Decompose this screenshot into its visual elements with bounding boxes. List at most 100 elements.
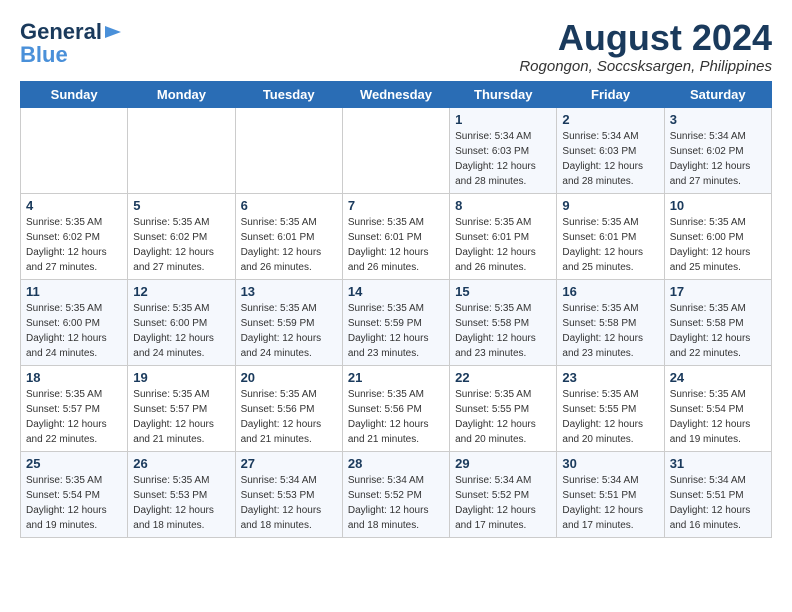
- table-row: 15Sunrise: 5:35 AM Sunset: 5:58 PM Dayli…: [450, 279, 557, 365]
- day-number: 14: [348, 284, 444, 299]
- day-info: Sunrise: 5:35 AM Sunset: 6:01 PM Dayligh…: [241, 215, 337, 275]
- day-number: 25: [26, 456, 122, 471]
- day-number: 4: [26, 198, 122, 213]
- day-number: 9: [562, 198, 658, 213]
- table-row: 17Sunrise: 5:35 AM Sunset: 5:58 PM Dayli…: [664, 279, 771, 365]
- table-row: 22 Sunrise: 5:35 AM Sunset: 5:55 PM Dayli…: [450, 365, 557, 451]
- day-number: 20: [241, 370, 337, 385]
- day-info: Sunrise: 5:35 AM Sunset: 6:02 PM Dayligh…: [133, 215, 229, 275]
- calendar-week-row: 18Sunrise: 5:35 AM Sunset: 5:57 PM Dayli…: [21, 365, 772, 451]
- day-number: 12: [133, 284, 229, 299]
- logo: General Blue: [20, 18, 125, 67]
- day-info: Sunrise: 5:35 AM Sunset: 6:00 PM Dayligh…: [670, 215, 766, 275]
- table-row: 7 Sunrise: 5:35 AM Sunset: 6:01 PM Daylig…: [342, 193, 449, 279]
- day-info: Sunrise: 5:34 AM Sunset: 6:03 PM Dayligh…: [562, 129, 658, 189]
- day-info: Sunrise: 5:35 AM Sunset: 5:54 PM Dayligh…: [670, 387, 766, 447]
- day-number: 2: [562, 112, 658, 127]
- day-info: Sunrise: 5:35 AM Sunset: 6:01 PM Dayligh…: [562, 215, 658, 275]
- day-number: 29: [455, 456, 551, 471]
- month-year-title: August 2024: [519, 18, 772, 58]
- day-number: 18: [26, 370, 122, 385]
- table-row: 5 Sunrise: 5:35 AM Sunset: 6:02 PM Daylig…: [128, 193, 235, 279]
- day-info: Sunrise: 5:35 AM Sunset: 6:02 PM Dayligh…: [26, 215, 122, 275]
- table-row: 30Sunrise: 5:34 AM Sunset: 5:51 PM Dayli…: [557, 451, 664, 537]
- day-info: Sunrise: 5:35 AM Sunset: 5:58 PM Dayligh…: [562, 301, 658, 361]
- day-info: Sunrise: 5:35 AM Sunset: 5:58 PM Dayligh…: [455, 301, 551, 361]
- col-friday: Friday: [557, 81, 664, 107]
- day-info: Sunrise: 5:35 AM Sunset: 5:55 PM Dayligh…: [562, 387, 658, 447]
- day-number: 27: [241, 456, 337, 471]
- col-sunday: Sunday: [21, 81, 128, 107]
- table-row: 14 Sunrise: 5:35 AM Sunset: 5:59 PM Dayli…: [342, 279, 449, 365]
- day-number: 24: [670, 370, 766, 385]
- table-row: 20 Sunrise: 5:35 AM Sunset: 5:56 PM Dayli…: [235, 365, 342, 451]
- day-number: 28: [348, 456, 444, 471]
- table-row: [235, 107, 342, 193]
- day-number: 19: [133, 370, 229, 385]
- calendar-week-row: 11 Sunrise: 5:35 AM Sunset: 6:00 PM Dayli…: [21, 279, 772, 365]
- calendar-table: Sunday Monday Tuesday Wednesday Thursday…: [20, 81, 772, 538]
- calendar-week-row: 25 Sunrise: 5:35 AM Sunset: 5:54 PM Dayli…: [21, 451, 772, 537]
- table-row: 18Sunrise: 5:35 AM Sunset: 5:57 PM Dayli…: [21, 365, 128, 451]
- col-monday: Monday: [128, 81, 235, 107]
- day-number: 31: [670, 456, 766, 471]
- table-row: 11 Sunrise: 5:35 AM Sunset: 6:00 PM Dayli…: [21, 279, 128, 365]
- table-row: 3 Sunrise: 5:34 AM Sunset: 6:02 PM Daylig…: [664, 107, 771, 193]
- day-number: 1: [455, 112, 551, 127]
- col-saturday: Saturday: [664, 81, 771, 107]
- calendar-week-row: 1 Sunrise: 5:34 AM Sunset: 6:03 PM Daylig…: [21, 107, 772, 193]
- table-row: 26 Sunrise: 5:35 AM Sunset: 5:53 PM Dayli…: [128, 451, 235, 537]
- day-info: Sunrise: 5:34 AM Sunset: 5:51 PM Dayligh…: [670, 473, 766, 533]
- day-number: 3: [670, 112, 766, 127]
- day-info: Sunrise: 5:35 AM Sunset: 5:56 PM Dayligh…: [241, 387, 337, 447]
- day-info: Sunrise: 5:35 AM Sunset: 5:59 PM Dayligh…: [348, 301, 444, 361]
- table-row: [342, 107, 449, 193]
- logo-text-general: General: [20, 20, 102, 44]
- day-info: Sunrise: 5:35 AM Sunset: 5:53 PM Dayligh…: [133, 473, 229, 533]
- table-row: 29Sunrise: 5:34 AM Sunset: 5:52 PM Dayli…: [450, 451, 557, 537]
- day-info: Sunrise: 5:35 AM Sunset: 6:01 PM Dayligh…: [348, 215, 444, 275]
- day-info: Sunrise: 5:34 AM Sunset: 5:53 PM Dayligh…: [241, 473, 337, 533]
- day-number: 23: [562, 370, 658, 385]
- day-info: Sunrise: 5:34 AM Sunset: 5:52 PM Dayligh…: [348, 473, 444, 533]
- day-number: 5: [133, 198, 229, 213]
- col-thursday: Thursday: [450, 81, 557, 107]
- day-info: Sunrise: 5:35 AM Sunset: 5:54 PM Dayligh…: [26, 473, 122, 533]
- day-number: 17: [670, 284, 766, 299]
- table-row: 25 Sunrise: 5:35 AM Sunset: 5:54 PM Dayli…: [21, 451, 128, 537]
- day-info: Sunrise: 5:34 AM Sunset: 6:02 PM Dayligh…: [670, 129, 766, 189]
- day-number: 8: [455, 198, 551, 213]
- location-subtitle: Rogongon, Soccsksargen, Philippines: [519, 58, 772, 75]
- day-info: Sunrise: 5:34 AM Sunset: 6:03 PM Dayligh…: [455, 129, 551, 189]
- table-row: 13Sunrise: 5:35 AM Sunset: 5:59 PM Dayli…: [235, 279, 342, 365]
- day-number: 11: [26, 284, 122, 299]
- table-row: 19Sunrise: 5:35 AM Sunset: 5:57 PM Dayli…: [128, 365, 235, 451]
- day-number: 26: [133, 456, 229, 471]
- col-tuesday: Tuesday: [235, 81, 342, 107]
- day-number: 16: [562, 284, 658, 299]
- table-row: 28 Sunrise: 5:34 AM Sunset: 5:52 PM Dayli…: [342, 451, 449, 537]
- day-number: 30: [562, 456, 658, 471]
- day-number: 21: [348, 370, 444, 385]
- table-row: 2 Sunrise: 5:34 AM Sunset: 6:03 PM Daylig…: [557, 107, 664, 193]
- day-info: Sunrise: 5:35 AM Sunset: 6:01 PM Dayligh…: [455, 215, 551, 275]
- table-row: 6 Sunrise: 5:35 AM Sunset: 6:01 PM Daylig…: [235, 193, 342, 279]
- day-info: Sunrise: 5:35 AM Sunset: 5:55 PM Dayligh…: [455, 387, 551, 447]
- table-row: 21 Sunrise: 5:35 AM Sunset: 5:56 PM Dayli…: [342, 365, 449, 451]
- table-row: 23 Sunrise: 5:35 AM Sunset: 5:55 PM Dayli…: [557, 365, 664, 451]
- table-row: [128, 107, 235, 193]
- day-number: 6: [241, 198, 337, 213]
- day-info: Sunrise: 5:35 AM Sunset: 6:00 PM Dayligh…: [26, 301, 122, 361]
- day-number: 22: [455, 370, 551, 385]
- table-row: 31 Sunrise: 5:34 AM Sunset: 5:51 PM Dayli…: [664, 451, 771, 537]
- calendar-header-row: Sunday Monday Tuesday Wednesday Thursday…: [21, 81, 772, 107]
- table-row: 27 Sunrise: 5:34 AM Sunset: 5:53 PM Dayli…: [235, 451, 342, 537]
- table-row: 12 Sunrise: 5:35 AM Sunset: 6:00 PM Dayli…: [128, 279, 235, 365]
- table-row: 8 Sunrise: 5:35 AM Sunset: 6:01 PM Daylig…: [450, 193, 557, 279]
- day-info: Sunrise: 5:35 AM Sunset: 5:56 PM Dayligh…: [348, 387, 444, 447]
- table-row: 9 Sunrise: 5:35 AM Sunset: 6:01 PM Daylig…: [557, 193, 664, 279]
- logo-text-blue: Blue: [20, 43, 68, 67]
- table-row: 4 Sunrise: 5:35 AM Sunset: 6:02 PM Daylig…: [21, 193, 128, 279]
- day-info: Sunrise: 5:35 AM Sunset: 6:00 PM Dayligh…: [133, 301, 229, 361]
- day-number: 7: [348, 198, 444, 213]
